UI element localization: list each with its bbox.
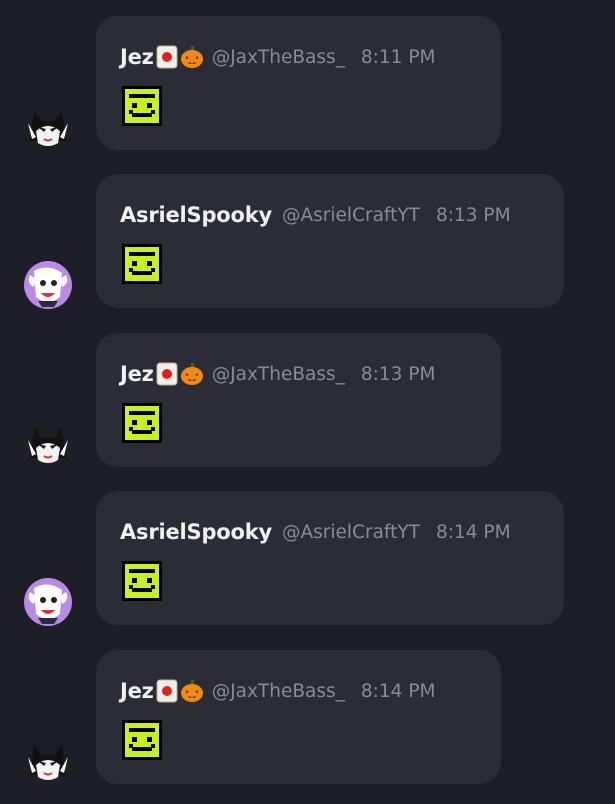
- author-handle[interactable]: @AsrielCraftYT: [282, 522, 420, 543]
- timestamp: 8:11 PM: [360, 46, 436, 68]
- avatar[interactable]: [24, 737, 72, 785]
- message-bubble: Jez @JaxTheBass_ 8:11 PM: [96, 16, 501, 150]
- mahjong-tile-icon: [156, 679, 178, 703]
- timestamp: 8:14 PM: [435, 521, 511, 543]
- message-header: Jez @JaxTheBass_ 8:13 PM: [120, 359, 435, 389]
- timestamp: 8:13 PM: [435, 204, 511, 226]
- jack-o-lantern-icon: [180, 679, 203, 703]
- message-bubble: AsrielSpooky @AsrielCraftYT 8:13 PM: [96, 174, 564, 308]
- author-handle[interactable]: @JaxTheBass_: [212, 47, 345, 68]
- message-bubble: Jez @JaxTheBass_ 8:14 PM: [96, 650, 501, 784]
- timestamp: 8:14 PM: [360, 680, 436, 702]
- author-name[interactable]: Jez: [120, 45, 154, 69]
- mahjong-tile-icon: [156, 45, 178, 69]
- green-face-emote: [122, 86, 162, 126]
- jack-o-lantern-icon: [180, 45, 203, 69]
- message-header: Jez @JaxTheBass_ 8:14 PM: [120, 676, 435, 706]
- author-handle[interactable]: @JaxTheBass_: [212, 681, 345, 702]
- avatar[interactable]: [24, 578, 72, 626]
- green-face-emote: [122, 403, 162, 443]
- green-face-emote: [122, 561, 162, 601]
- author-handle[interactable]: @JaxTheBass_: [212, 364, 345, 385]
- author-handle[interactable]: @AsrielCraftYT: [282, 205, 420, 226]
- author-name[interactable]: AsrielSpooky: [120, 203, 272, 227]
- message-bubble: Jez @JaxTheBass_ 8:13 PM: [96, 333, 501, 467]
- message-header: Jez @JaxTheBass_ 8:11 PM: [120, 42, 435, 72]
- green-face-emote: [122, 244, 162, 284]
- green-face-emote: [122, 720, 162, 760]
- author-name[interactable]: Jez: [120, 679, 154, 703]
- jack-o-lantern-icon: [180, 362, 203, 386]
- avatar[interactable]: [24, 420, 72, 468]
- author-name[interactable]: Jez: [120, 362, 154, 386]
- message-header: AsrielSpooky @AsrielCraftYT 8:13 PM: [120, 200, 511, 230]
- avatar[interactable]: [24, 103, 72, 151]
- chat-log: Jez @JaxTheBass_ 8:11 PM AsrielSpooky @A…: [0, 0, 615, 804]
- timestamp: 8:13 PM: [360, 363, 436, 385]
- mahjong-tile-icon: [156, 362, 178, 386]
- message-header: AsrielSpooky @AsrielCraftYT 8:14 PM: [120, 517, 511, 547]
- message-bubble: AsrielSpooky @AsrielCraftYT 8:14 PM: [96, 491, 564, 625]
- author-name[interactable]: AsrielSpooky: [120, 520, 272, 544]
- avatar[interactable]: [24, 261, 72, 309]
